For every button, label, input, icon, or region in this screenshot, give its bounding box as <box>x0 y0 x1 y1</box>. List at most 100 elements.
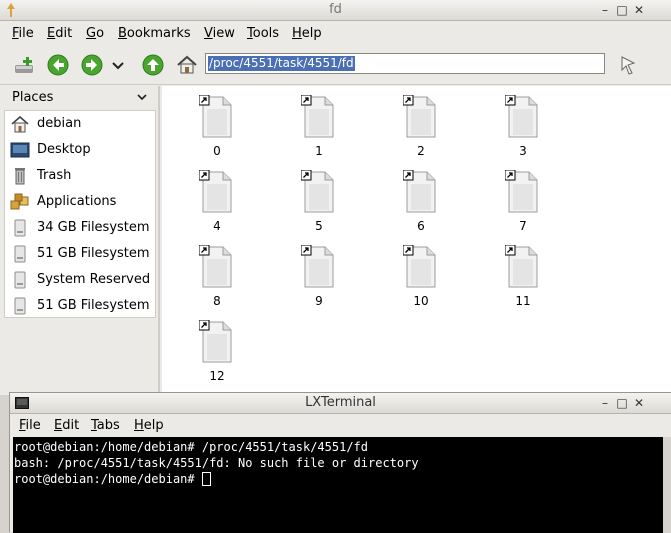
sidebar-item-trash[interactable]: Trash <box>5 163 155 189</box>
drive-icon <box>14 271 26 289</box>
symlink-file-icon <box>301 245 334 288</box>
file-item[interactable]: 9 <box>279 240 359 310</box>
new-tab-icon[interactable] <box>12 53 36 77</box>
sidebar-item-debian[interactable]: debian <box>5 111 155 137</box>
terminal-scrollbar[interactable] <box>663 437 671 533</box>
drive-icon <box>14 297 26 315</box>
close-icon[interactable]: ✕ <box>632 3 646 17</box>
file-grid: 0 1 2 3 4 5 6 7 8 9 10 11 12 <box>162 86 671 392</box>
sidebar-item-applications[interactable]: Applications <box>5 189 155 215</box>
symlink-file-icon <box>505 95 538 138</box>
terminal-menu-edit[interactable]: Edit <box>54 418 79 433</box>
sidebar-item-34gb-filesystem[interactable]: 34 GB Filesystem <box>5 215 155 241</box>
symlink-file-icon <box>403 170 436 213</box>
file-item[interactable]: 1 <box>279 90 359 160</box>
home-icon[interactable] <box>175 53 199 77</box>
places-label: Places <box>12 90 54 105</box>
history-dropdown-icon[interactable] <box>110 53 126 77</box>
trash-icon <box>15 168 25 185</box>
menu-bookmarks[interactable]: Bookmarks <box>118 26 191 41</box>
sidebar-item-desktop[interactable]: Desktop <box>5 137 155 163</box>
file-name: 8 <box>213 294 221 308</box>
file-item[interactable]: 0 <box>177 90 257 160</box>
terminal-prompt-line: root@debian:/home/debian# <box>14 472 211 486</box>
sidebar-item-51gb-filesystem[interactable]: 51 GB Filesystem <box>5 241 155 267</box>
file-item[interactable]: 12 <box>177 315 257 385</box>
file-name: 4 <box>213 219 221 233</box>
file-name: 10 <box>413 294 429 308</box>
file-item[interactable]: 8 <box>177 240 257 310</box>
sidebar-item-label: 51 GB Filesystem <box>37 246 150 261</box>
minimize-icon[interactable]: – <box>598 3 612 17</box>
symlink-file-icon <box>199 320 232 363</box>
terminal-line: root@debian:/home/debian# /proc/4551/tas… <box>14 440 369 454</box>
terminal-window: LXTerminal – □ ✕ File Edit Tabs Help roo… <box>9 392 671 533</box>
terminal-title: LXTerminal <box>305 395 376 410</box>
file-item[interactable]: 10 <box>381 240 461 310</box>
terminal-menu-help[interactable]: Help <box>134 418 164 433</box>
forward-icon[interactable] <box>80 53 104 77</box>
file-name: 12 <box>209 369 225 383</box>
symlink-file-icon <box>505 170 538 213</box>
close-icon[interactable]: ✕ <box>632 396 646 410</box>
file-item[interactable]: 2 <box>381 90 461 160</box>
file-name: 2 <box>417 144 425 158</box>
symlink-file-icon <box>199 245 232 288</box>
sidebar-item-label: Desktop <box>37 142 91 157</box>
sidebar: Places debian Desktop Trash Applications <box>4 86 156 392</box>
sidebar-item-label: System Reserved <box>37 272 151 287</box>
menu-tools[interactable]: Tools <box>247 26 279 41</box>
menu-edit[interactable]: Edit <box>47 26 72 41</box>
places-selector[interactable]: Places <box>4 86 156 108</box>
places-list: debian Desktop Trash Applications 34 GB … <box>4 110 156 318</box>
location-text: /proc/4551/task/4551/fd <box>208 56 355 71</box>
symlink-file-icon <box>403 245 436 288</box>
file-item[interactable]: 7 <box>483 165 563 235</box>
file-item[interactable]: 11 <box>483 240 563 310</box>
file-name: 0 <box>213 144 221 158</box>
menu-file-rest: ile <box>18 26 34 41</box>
terminal-titlebar[interactable]: LXTerminal – □ ✕ <box>10 393 671 414</box>
desktop-icon <box>10 142 30 158</box>
up-icon[interactable] <box>141 53 165 77</box>
sidebar-item-system-reserved[interactable]: System Reserved <box>5 267 155 293</box>
location-input[interactable]: /proc/4551/task/4551/fd <box>205 53 605 74</box>
symlink-file-icon <box>505 245 538 288</box>
file-item[interactable]: 3 <box>483 90 563 160</box>
sidebar-item-label: 51 GB Filesystem <box>37 298 150 313</box>
terminal-line: bash: /proc/4551/task/4551/fd: No such f… <box>14 456 419 470</box>
file-item[interactable]: 6 <box>381 165 461 235</box>
sidebar-item-51gb-filesystem-2[interactable]: 51 GB Filesystem <box>5 293 155 319</box>
symlink-file-icon <box>403 95 436 138</box>
chevron-down-icon[interactable] <box>136 89 148 105</box>
menu-go[interactable]: Go <box>86 26 104 41</box>
sidebar-splitter[interactable] <box>158 86 160 392</box>
menu-view[interactable]: View <box>204 26 235 41</box>
symlink-file-icon <box>301 170 334 213</box>
menubar: File Edit Go Bookmarks View Tools Help <box>0 21 671 45</box>
terminal-prompt: root@debian:/home/debian# <box>14 472 202 486</box>
sidebar-item-label: Trash <box>37 168 72 183</box>
symlink-file-icon <box>301 95 334 138</box>
menu-file[interactable]: File <box>12 26 34 41</box>
window-title: fd <box>329 2 342 17</box>
menu-help[interactable]: Help <box>292 26 322 41</box>
terminal-output[interactable]: root@debian:/home/debian# /proc/4551/tas… <box>13 437 663 533</box>
maximize-icon[interactable]: □ <box>615 3 629 17</box>
terminal-menu-file[interactable]: File <box>19 418 41 433</box>
file-item[interactable]: 4 <box>177 165 257 235</box>
file-name: 3 <box>519 144 527 158</box>
back-icon[interactable] <box>46 53 70 77</box>
file-name: 9 <box>315 294 323 308</box>
file-name: 1 <box>315 144 323 158</box>
window-titlebar[interactable]: fd – □ ✕ <box>0 0 671 21</box>
go-location-icon[interactable] <box>616 53 640 77</box>
terminal-menubar: File Edit Tabs Help <box>10 415 671 435</box>
symlink-file-icon <box>199 170 232 213</box>
terminal-cursor <box>201 472 211 486</box>
file-item[interactable]: 5 <box>279 165 359 235</box>
terminal-menu-tabs[interactable]: Tabs <box>91 418 120 433</box>
symlink-file-icon <box>199 95 232 138</box>
maximize-icon[interactable]: □ <box>615 396 629 410</box>
minimize-icon[interactable]: – <box>598 396 612 410</box>
